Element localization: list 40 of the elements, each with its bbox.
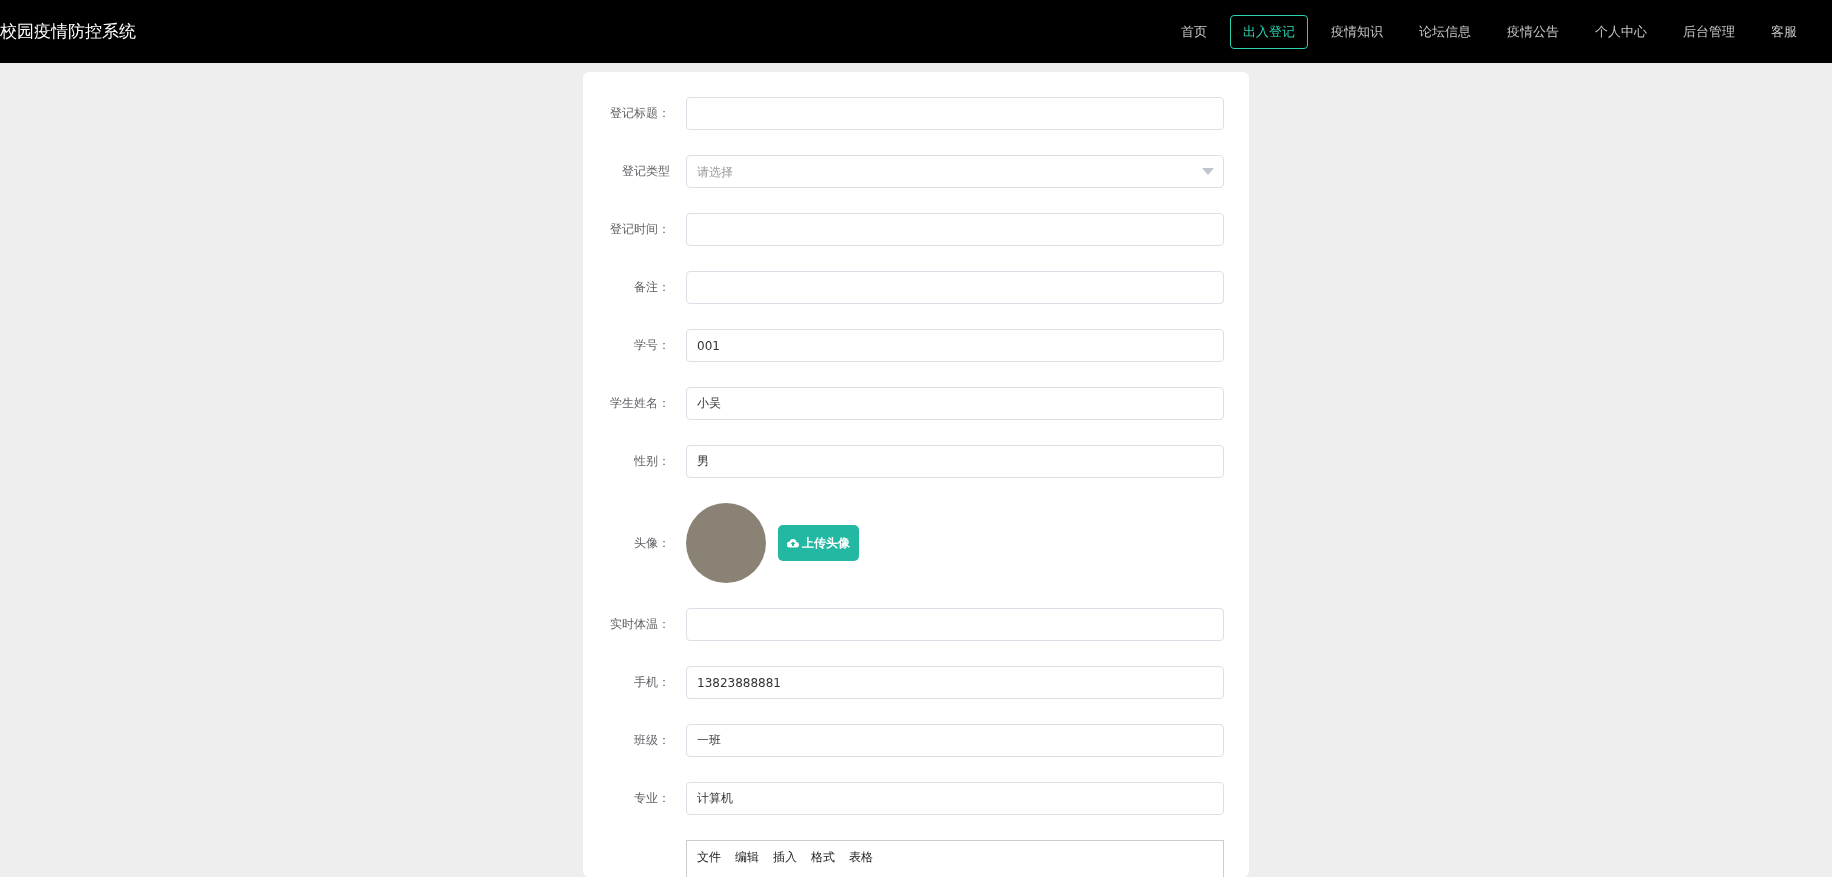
field-label: 专业： bbox=[633, 790, 671, 807]
field-label: 实时体温： bbox=[609, 616, 671, 633]
field-label: 头像： bbox=[633, 534, 671, 552]
field-label: 班级： bbox=[633, 732, 671, 749]
field-label: 登记时间： bbox=[609, 221, 671, 238]
editor-menu-item[interactable]: 编辑 bbox=[735, 849, 759, 877]
input-field[interactable]: 13823888881 bbox=[686, 666, 1224, 699]
input-field[interactable] bbox=[686, 608, 1224, 641]
nav-link[interactable]: 个人中心 bbox=[1582, 14, 1660, 49]
nav-link[interactable]: 论坛信息 bbox=[1406, 14, 1484, 49]
input-field[interactable] bbox=[686, 213, 1224, 246]
input-field[interactable]: 一班 bbox=[686, 724, 1224, 757]
nav-link[interactable]: 疫情公告 bbox=[1494, 14, 1572, 49]
editor-menu-item[interactable]: 插入 bbox=[773, 849, 797, 877]
nav-link[interactable]: 疫情知识 bbox=[1318, 14, 1396, 49]
input-field[interactable]: 男 bbox=[686, 445, 1224, 478]
nav-link[interactable]: 后台管理 bbox=[1670, 14, 1748, 49]
field-label: 学号： bbox=[633, 337, 671, 354]
input-field[interactable]: 小吴 bbox=[686, 387, 1224, 420]
field-label: 登记类型 bbox=[621, 163, 671, 180]
input-field[interactable]: 计算机 bbox=[686, 782, 1224, 815]
nav-link[interactable]: 出入登记 bbox=[1230, 14, 1308, 49]
field-label: 备注： bbox=[633, 279, 671, 296]
site-title: 校园疫情防控系统 bbox=[0, 20, 136, 43]
caret-icon bbox=[1202, 168, 1214, 175]
input-field[interactable] bbox=[686, 97, 1224, 130]
editor-menu-item[interactable]: 表格 bbox=[849, 849, 873, 877]
field-label: 性别： bbox=[633, 453, 671, 470]
editor-menu-item[interactable]: 格式 bbox=[811, 849, 835, 877]
cloud-upload-icon bbox=[787, 538, 799, 548]
nav-link[interactable]: 首页 bbox=[1168, 14, 1220, 49]
editor-menu-item[interactable]: 文件 bbox=[697, 849, 721, 877]
field-label: 学生姓名： bbox=[609, 395, 671, 412]
select-field[interactable]: 请选择 bbox=[686, 155, 1224, 188]
input-field[interactable] bbox=[686, 271, 1224, 304]
rich-text-editor[interactable]: 文件 编辑 插入 格式 表格 bbox=[686, 840, 1224, 877]
input-field[interactable]: 001 bbox=[686, 329, 1224, 362]
field-label: 登记标题： bbox=[609, 105, 671, 122]
nav-link[interactable]: 客服 bbox=[1758, 14, 1810, 49]
field-label: 手机： bbox=[633, 674, 671, 691]
